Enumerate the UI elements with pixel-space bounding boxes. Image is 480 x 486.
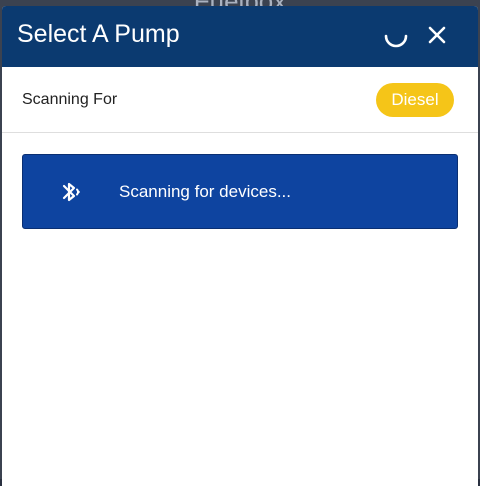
scanning-status-message: Scanning for devices... xyxy=(119,182,291,201)
bluetooth-searching-icon xyxy=(62,182,80,202)
dialog-header: Select A Pump xyxy=(2,6,478,67)
close-button[interactable] xyxy=(423,21,451,49)
fuel-type-badge: Diesel xyxy=(376,83,454,117)
scanning-for-label: Scanning For xyxy=(22,91,118,108)
scanning-for-row: Scanning For Diesel xyxy=(2,67,478,133)
close-icon xyxy=(428,26,446,44)
scanning-status-card: Scanning for devices... xyxy=(22,154,458,229)
spinner-icon xyxy=(384,34,408,48)
select-pump-dialog: Select A Pump Scanning For Diesel Scanni… xyxy=(2,6,478,486)
dialog-title: Select A Pump xyxy=(17,20,180,48)
